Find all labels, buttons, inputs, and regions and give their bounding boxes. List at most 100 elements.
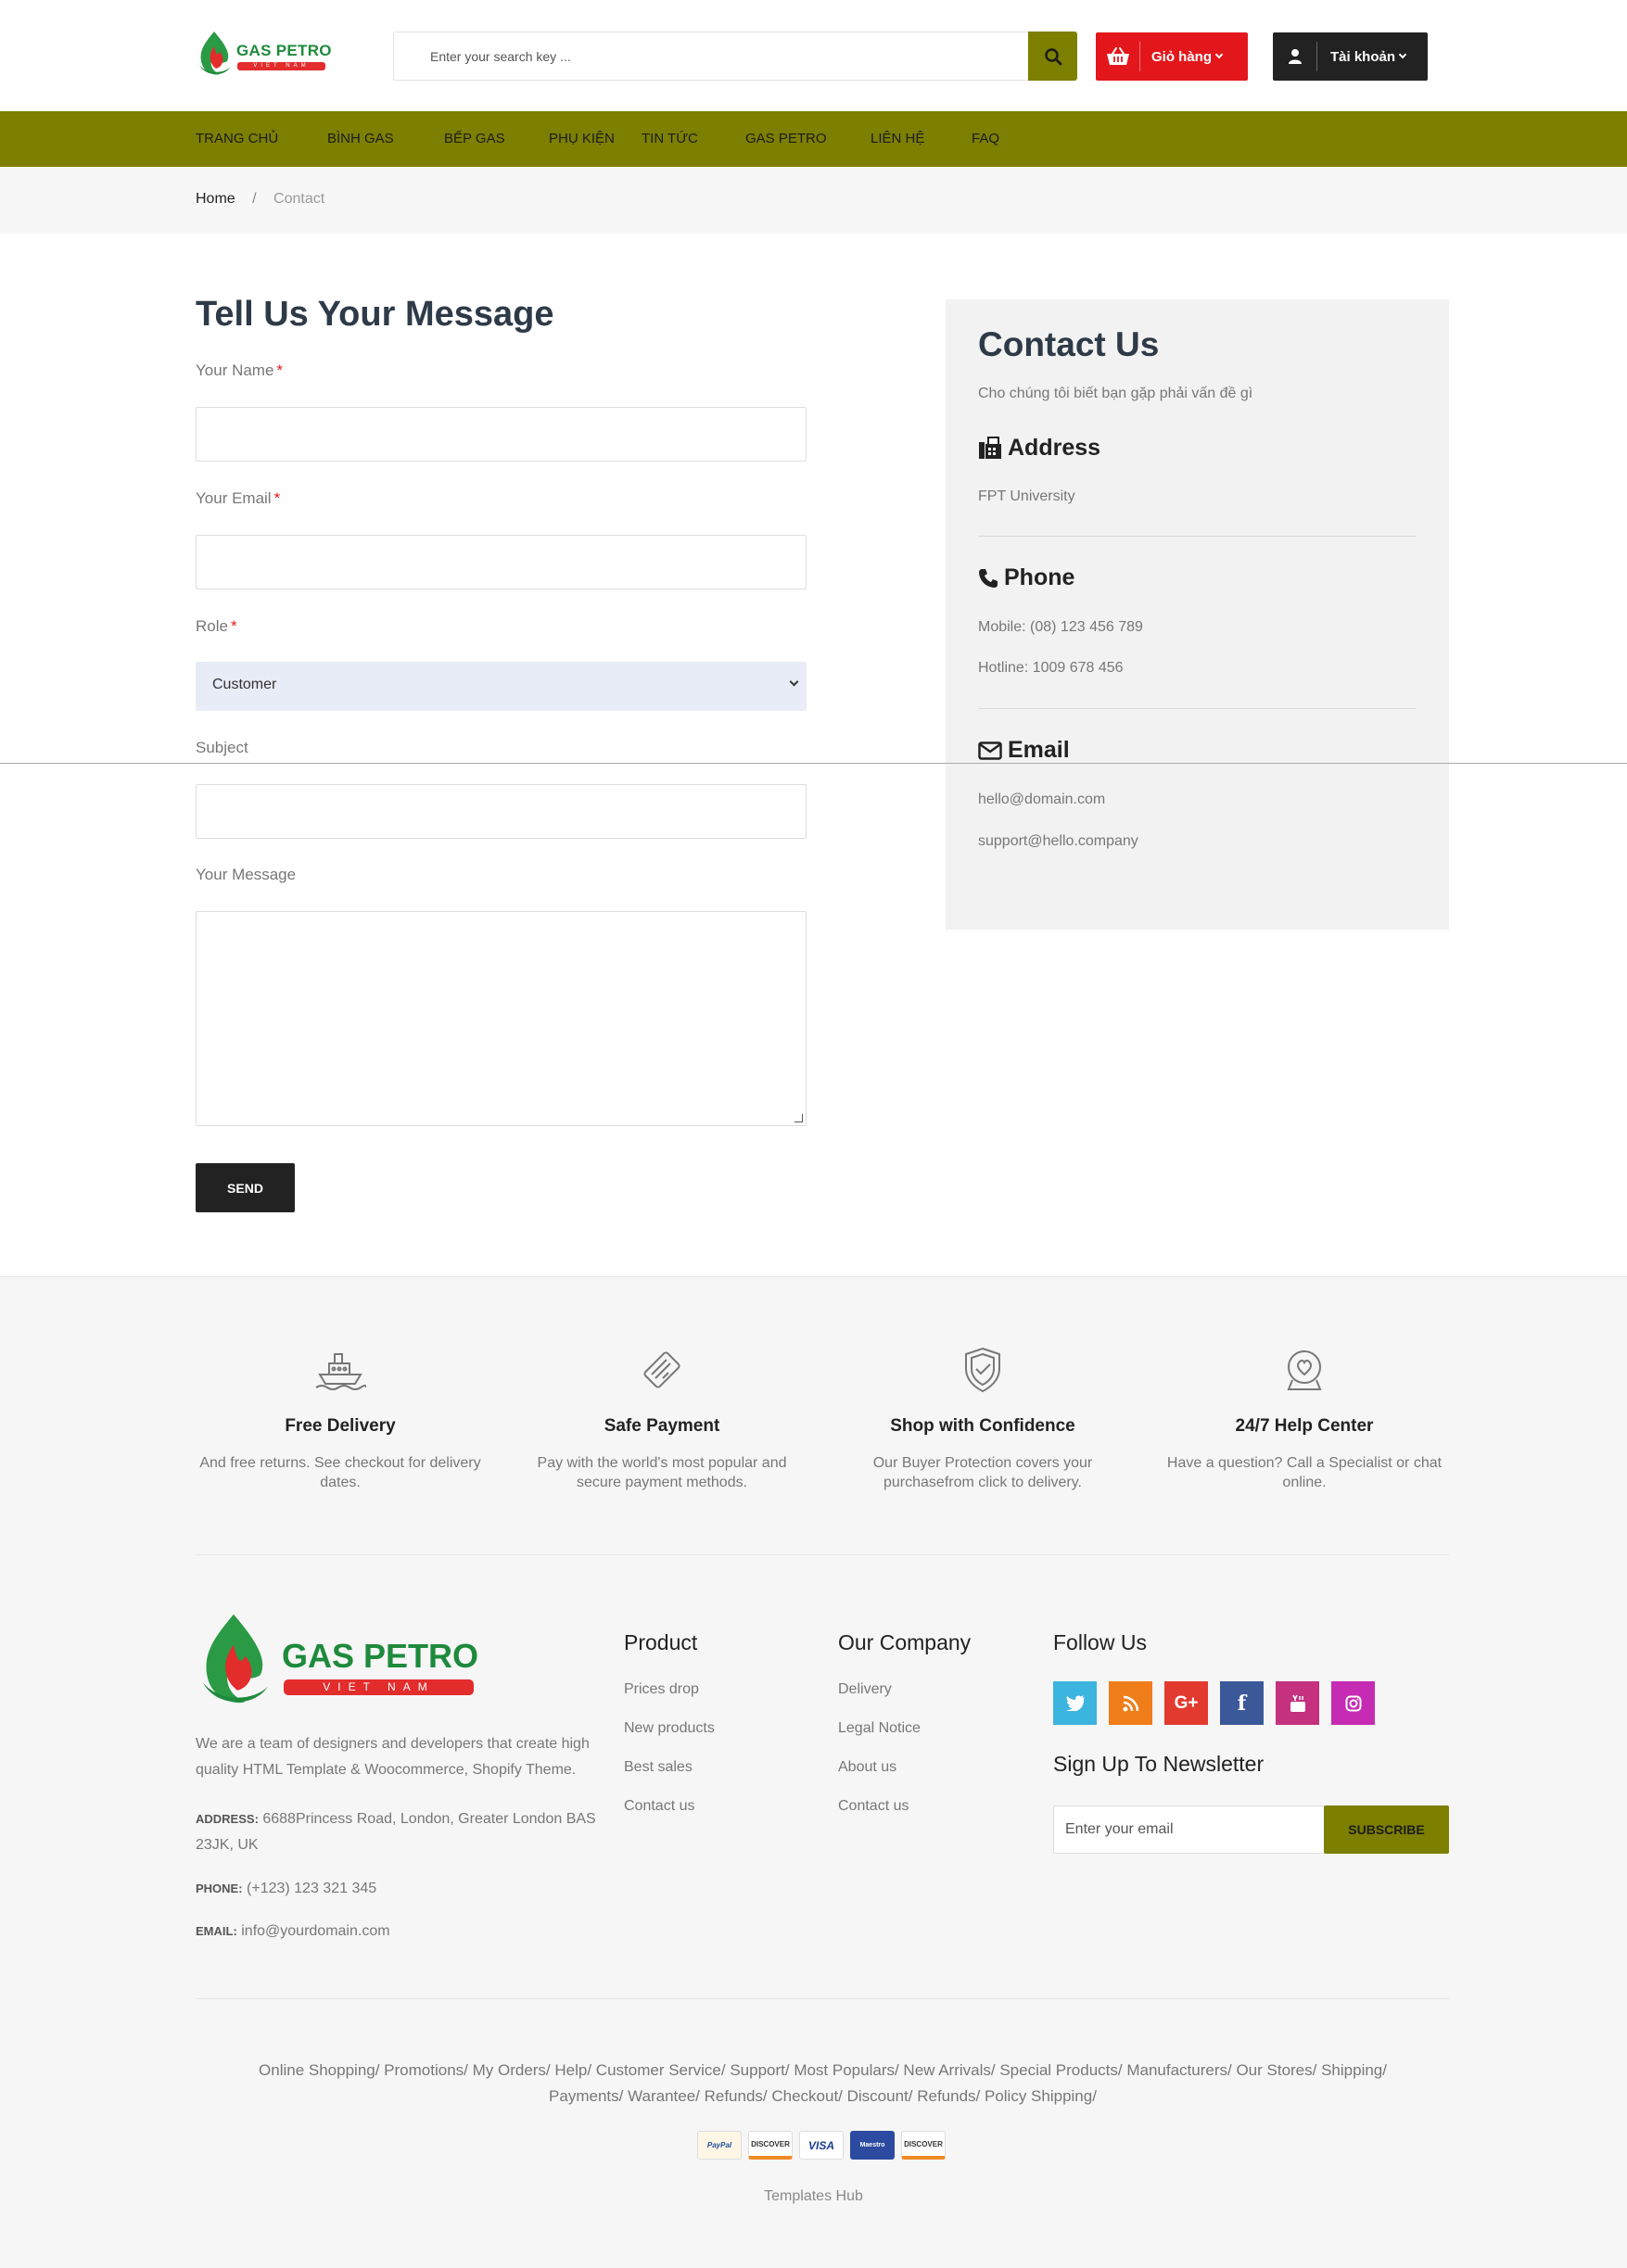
ship-icon [312, 1342, 368, 1398]
search-input[interactable] [394, 32, 1030, 80]
contact-intro: Cho chúng tôi biết bạn gặp phải vấn đề g… [978, 386, 1253, 401]
nav-item-faq[interactable]: FAQ [972, 111, 999, 167]
horizontal-rule [0, 763, 1627, 764]
footer-email: EMAIL: info@yourdomain.com [196, 1919, 604, 1945]
email-title: Email [1008, 737, 1070, 763]
company-link[interactable]: Legal Notice [838, 1720, 921, 1737]
site-footer: Free Delivery And free returns. See chec… [0, 1276, 1627, 2268]
facebook-icon[interactable]: f [1220, 1681, 1264, 1725]
feature-help-center: 24/7 Help Center Have a question? Call a… [1156, 1342, 1453, 1492]
company-link[interactable]: Delivery [838, 1681, 892, 1698]
flame-logo-icon [199, 32, 231, 75]
phone-icon [979, 568, 998, 588]
subject-field[interactable] [196, 784, 807, 839]
mobile-value: Mobile: (08) 123 456 789 [978, 619, 1143, 635]
required-mark: * [230, 617, 237, 635]
phone-heading: Phone [978, 564, 1074, 591]
search-icon [1044, 47, 1061, 65]
name-field[interactable] [196, 407, 807, 462]
feature-title: Shop with Confidence [890, 1416, 1075, 1436]
role-label-text: Role [196, 617, 228, 635]
feature-description: Our Buyer Protection covers your purchas… [872, 1455, 1093, 1490]
nav-item-gas-cylinder[interactable]: BÌNH GAS [327, 111, 394, 167]
company-link[interactable]: About us [838, 1759, 896, 1776]
subscribe-button[interactable]: SUBSCRIBE [1324, 1806, 1449, 1854]
nav-item-gas-petro[interactable]: GAS PETRO [745, 111, 827, 167]
email-heading: Email [978, 737, 1070, 764]
send-button[interactable]: SEND [196, 1163, 295, 1212]
main-nav: TRANG CHỦ BÌNH GAS BẾP GAS PHỤ KIỆN TIN … [0, 111, 1627, 167]
instagram-icon[interactable] [1331, 1681, 1375, 1725]
footer-divider [196, 1554, 1449, 1555]
breadcrumb-separator: / [252, 191, 257, 207]
role-select[interactable]: Customer [196, 662, 807, 711]
contact-title: Contact Us [978, 325, 1160, 363]
email-value-1[interactable]: hello@domain.com [978, 792, 1105, 808]
account-button[interactable]: Tài khoản [1273, 32, 1428, 81]
search-box [393, 32, 1077, 81]
product-column-title: Product [624, 1630, 698, 1654]
feature-title: Safe Payment [604, 1416, 720, 1436]
divider [978, 536, 1417, 537]
feature-title: 24/7 Help Center [1235, 1416, 1374, 1436]
cart-label: Giỏ hàng [1151, 48, 1212, 65]
rss-icon[interactable] [1109, 1681, 1152, 1725]
search-button[interactable] [1028, 32, 1077, 81]
discover-icon: DISCOVER [901, 2131, 946, 2160]
nav-item-contact[interactable]: LIÊN HỆ [871, 111, 924, 167]
footer-links-line-1[interactable]: Online Shopping/ Promotions/ My Orders/ … [241, 2058, 1405, 2084]
phone-label: PHONE: [196, 1882, 243, 1895]
company-column-title: Our Company [838, 1630, 972, 1654]
feature-description: And free returns. See checkout for deliv… [199, 1455, 481, 1490]
message-textarea[interactable] [196, 911, 807, 1126]
nav-item-news[interactable]: TIN TỨC [642, 111, 698, 167]
email-value-2[interactable]: support@hello.company [978, 833, 1138, 850]
copyright-text: Templates Hub [764, 2188, 863, 2204]
company-link[interactable]: Contact us [838, 1798, 909, 1815]
fax-icon [979, 436, 1001, 459]
footer-logo[interactable]: GAS PETRO VIET NAM [196, 1609, 479, 1711]
email-label: EMAIL: [196, 1924, 237, 1938]
nav-item-home[interactable]: TRANG CHỦ [196, 111, 278, 167]
hotline-value: Hotline: 1009 678 456 [978, 660, 1124, 676]
product-link[interactable]: Contact us [624, 1798, 694, 1815]
basket-icon [1096, 42, 1140, 71]
google-plus-icon[interactable]: G+ [1164, 1681, 1208, 1725]
product-link[interactable]: Prices drop [624, 1681, 699, 1698]
cart-button[interactable]: Giỏ hàng [1096, 32, 1248, 81]
nav-item-gas-stove[interactable]: BẾP GAS [444, 111, 505, 167]
footer-phone: PHONE: (+123) 123 321 345 [196, 1876, 604, 1902]
support-icon [1277, 1342, 1332, 1398]
site-logo[interactable]: GAS PETRO VIET NAM [196, 30, 332, 78]
address-heading: Address [978, 435, 1100, 462]
divider [978, 708, 1417, 709]
account-label: Tài khoản [1330, 48, 1396, 65]
flame-logo-icon [203, 1614, 268, 1704]
envelope-icon [978, 741, 1002, 760]
breadcrumb-current: Contact [273, 191, 325, 207]
maestro-icon: Maestro [850, 2131, 895, 2160]
feature-description: Have a question? Call a Specialist or ch… [1166, 1455, 1443, 1490]
footer-logo-text: GAS PETRO [282, 1637, 479, 1675]
breadcrumb-home-link[interactable]: Home [196, 191, 235, 207]
subject-label: Subject [196, 739, 248, 756]
resize-handle-icon[interactable] [794, 1114, 803, 1122]
twitter-icon[interactable] [1053, 1681, 1097, 1725]
nav-item-accessories[interactable]: PHỤ KIỆN [549, 111, 615, 167]
newsletter-email-input[interactable] [1054, 1806, 1323, 1853]
email-value[interactable]: info@yourdomain.com [241, 1923, 389, 1939]
breadcrumb-bar: Home / Contact [0, 167, 1627, 234]
chevron-down-icon [1214, 50, 1224, 59]
footer-address: ADDRESS: 6688Princess Road, London, Grea… [196, 1806, 604, 1858]
role-selected-value: Customer [212, 677, 277, 692]
name-label: Your Name * [196, 361, 283, 380]
email-field[interactable] [196, 535, 807, 589]
visa-icon: VISA [799, 2131, 844, 2160]
product-link[interactable]: Best sales [624, 1759, 693, 1776]
feature-title: Free Delivery [285, 1416, 396, 1436]
footer-logo-subtext: VIET NAM [284, 1679, 474, 1695]
youtube-icon[interactable] [1276, 1681, 1319, 1725]
message-label: Your Message [196, 866, 297, 883]
product-link[interactable]: New products [624, 1720, 715, 1737]
footer-links-line-2[interactable]: Payments/ Warantee/ Refunds/ Checkout/ D… [241, 2084, 1405, 2110]
